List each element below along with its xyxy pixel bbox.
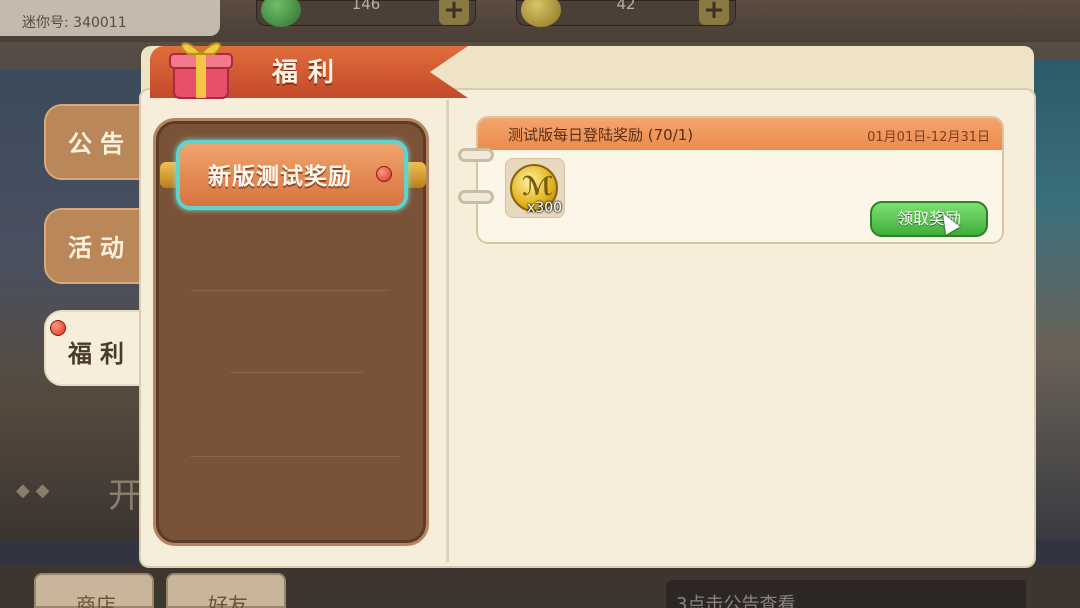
reward-date-range: 01月01日-12月31日 — [867, 130, 990, 145]
notification-dot — [376, 166, 392, 182]
tab-label: 活动 — [68, 234, 132, 262]
background-diamonds: ◆ ◆ — [16, 480, 50, 501]
claim-reward-button[interactable]: 领取奖励 — [870, 201, 988, 237]
player-id: 迷你号: 340011 — [22, 15, 127, 31]
tab-activity[interactable]: 活动 — [44, 208, 144, 284]
background-text: 开 — [108, 476, 142, 516]
add-coin-button[interactable]: + — [699, 0, 729, 25]
tab-label: 福利 — [68, 340, 132, 368]
player-info[interactable]: 迷你号: 340011 — [0, 0, 220, 36]
notification-dot — [50, 320, 66, 336]
tab-label: 公告 — [68, 130, 132, 158]
card-clip — [458, 190, 494, 204]
card-clip — [458, 148, 494, 162]
notice-text: 3点击公告查看 — [676, 594, 796, 608]
friends-button[interactable]: 好友 — [166, 573, 286, 608]
shop-label: 商店 — [76, 593, 116, 608]
modal-title: 福利 — [272, 58, 345, 88]
gem-resource: 146 + — [256, 0, 476, 27]
pane-divider — [446, 100, 449, 562]
list-divider — [190, 290, 390, 291]
reward-title: 测试版每日登陆奖励 (70/1) — [508, 126, 694, 144]
tab-announcement[interactable]: 公告 — [44, 104, 144, 180]
friends-label: 好友 — [208, 593, 248, 608]
reward-item-count: x300 — [527, 200, 563, 216]
shop-button[interactable]: 商店 — [34, 573, 154, 608]
coin-resource: 42 + — [516, 0, 736, 27]
coin-symbol: ℳ — [522, 172, 553, 202]
gift-icon — [169, 42, 233, 99]
add-gem-button[interactable]: + — [439, 0, 469, 25]
list-item-label: 新版测试奖励 — [208, 164, 352, 190]
list-divider — [190, 456, 400, 457]
list-divider — [230, 372, 364, 373]
